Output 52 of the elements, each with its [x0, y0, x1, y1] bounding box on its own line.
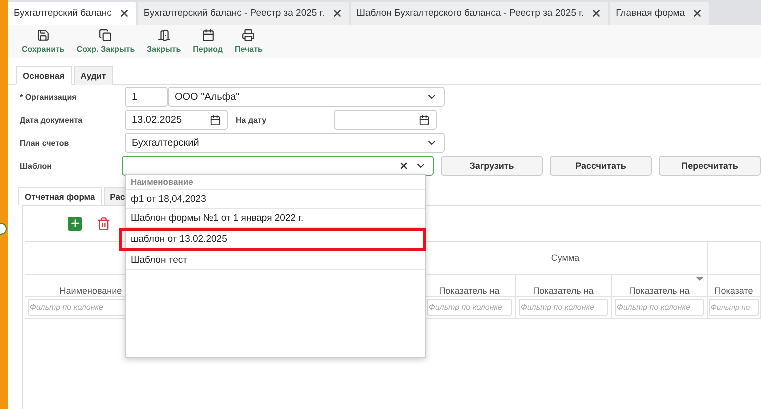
- date-field[interactable]: 13.02.2025: [125, 110, 228, 130]
- close-icon[interactable]: [118, 8, 130, 19]
- field-label: * Организация: [20, 92, 78, 102]
- trash-icon[interactable]: [97, 216, 111, 230]
- document-tab[interactable]: Бухгалтерский баланс - Реестр за 2025 г.: [138, 2, 349, 25]
- dropdown-header: Наименование: [126, 175, 425, 190]
- toolbar-button[interactable]: Период: [193, 29, 224, 54]
- action-button[interactable]: Загрузить: [441, 156, 543, 176]
- calendar-icon: [202, 29, 215, 42]
- column-filter-field[interactable]: Фильтр по колонке: [615, 299, 704, 316]
- form-tab[interactable]: Аудит: [74, 66, 114, 85]
- dropdown-option[interactable]: шаблон от 13.02.2025: [119, 228, 426, 251]
- calendar-icon: [210, 114, 221, 126]
- column-header[interactable]: Показате: [708, 275, 761, 297]
- toolbar-button[interactable]: Закрыть: [147, 29, 182, 54]
- column-filter-field[interactable]: Фильтр по колонке: [427, 299, 512, 316]
- clear-icon[interactable]: [399, 161, 409, 171]
- field-label: На дату: [235, 116, 268, 124]
- dropdown-option[interactable]: Шаблон тест: [126, 251, 425, 270]
- form-tab[interactable]: Основная: [16, 66, 72, 85]
- action-button[interactable]: Рассчитать: [550, 156, 652, 176]
- copy-icon: [99, 29, 112, 42]
- date-field[interactable]: [334, 110, 437, 130]
- toolbar-button[interactable]: Печать: [235, 29, 263, 54]
- column-header[interactable]: Показатель на: [516, 275, 612, 297]
- field-label: Шаблон: [20, 162, 53, 170]
- dropdown-option[interactable]: ф1 от 18,04,2023: [126, 190, 425, 209]
- document-tab[interactable]: Главная форма: [610, 2, 710, 25]
- field-label: Дата документа: [20, 116, 84, 124]
- field-label: План счетов: [20, 138, 70, 148]
- action-button[interactable]: Пересчитать: [659, 156, 761, 176]
- document-tab[interactable]: Бухгалтерский баланс: [8, 2, 136, 25]
- close-icon[interactable]: [692, 8, 704, 19]
- chart-of-accounts-select[interactable]: Бухгалтерский: [125, 133, 445, 153]
- add-button[interactable]: [68, 216, 82, 230]
- dropdown-option[interactable]: Шаблон формы №1 от 1 января 2022 г.: [126, 209, 425, 228]
- door-icon: [158, 29, 171, 42]
- report-tab[interactable]: Отчетная форма: [18, 187, 102, 206]
- column-header[interactable]: Показатель на: [612, 275, 708, 297]
- close-icon[interactable]: [332, 8, 343, 19]
- document-tab[interactable]: Шаблон Бухгалтерского баланса - Реестр за 2025 г.: [350, 2, 608, 25]
- save-icon: [36, 29, 50, 42]
- printer-icon: [242, 29, 256, 42]
- close-icon[interactable]: [591, 8, 602, 19]
- column-filter-field[interactable]: Фильтр по колонке: [519, 299, 608, 316]
- column-menu-icon[interactable]: [696, 277, 704, 281]
- toolbar-button[interactable]: Сохранить: [22, 29, 65, 54]
- organization-select[interactable]: ООО "Альфа": [168, 87, 445, 107]
- calendar-icon: [419, 114, 430, 126]
- code-field[interactable]: 1: [125, 87, 168, 107]
- toolbar-button[interactable]: Сохр. Закрыть: [76, 29, 136, 54]
- group-header: Сумма: [551, 253, 580, 263]
